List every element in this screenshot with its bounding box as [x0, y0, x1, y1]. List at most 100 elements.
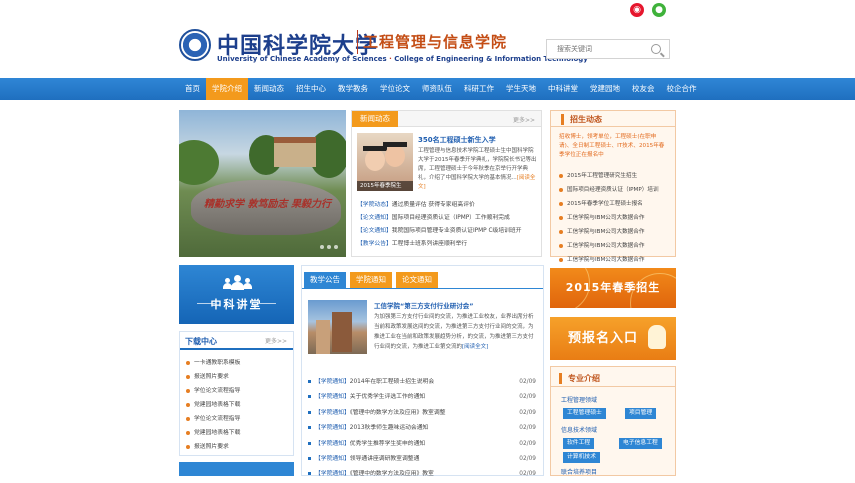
list-item[interactable]: 【论文通知】我院国际项目管理专业资质认证IPMP C级培训班开: [357, 225, 522, 238]
slider-dot[interactable]: [320, 245, 324, 249]
search-icon[interactable]: [651, 44, 661, 54]
download-panel: 下载中心 更多>> 一卡通教职系模板 报送照片要求 学位论文流程指导 党建园地表…: [179, 331, 294, 456]
list-item[interactable]: 国际项目经理资质认证（IPMP）培训: [559, 183, 659, 197]
photo-building: [332, 312, 352, 352]
list-item[interactable]: 工信学院与IBM公司大数据合作: [559, 225, 659, 239]
pointer-hand-icon: [648, 325, 666, 349]
news-photo-caption: 2015年春季院生: [357, 181, 413, 191]
list-item[interactable]: 工信学院与IBM公司大数据合作: [559, 239, 659, 253]
news-featured-title[interactable]: 350名工程硕士新生入学: [418, 135, 496, 145]
list-item[interactable]: 【论文通知】国际项目经理资质认证（IPMP）工作顺利完成: [357, 212, 522, 225]
nav-item-news[interactable]: 新闻动态: [248, 78, 290, 100]
list-item[interactable]: 学位论文流程指导: [186, 384, 240, 398]
list-item[interactable]: 【学院通知】《管理中的数学方法及应用》教室调整 02/09: [308, 406, 536, 421]
news-more-link[interactable]: 更多>>: [513, 115, 535, 124]
bottom-blue-banner[interactable]: [179, 462, 294, 476]
university-seal-icon[interactable]: [179, 29, 211, 61]
admissions-panel: 招生动态 招收博士，领考单位，工程硕士(在职申请)、全日制工程硕士、IT技术、2…: [550, 110, 676, 263]
download-title: 下载中心: [185, 337, 217, 346]
notice-featured-title[interactable]: 工信学院“第三方支付行业研讨会”: [374, 300, 474, 310]
tab-thesis-notice[interactable]: 论文通知: [396, 272, 438, 288]
nav-item-about[interactable]: 学院介绍: [206, 78, 248, 100]
download-more-link[interactable]: 更多>>: [265, 336, 287, 345]
lecture-title: 中科讲堂: [210, 298, 263, 311]
list-item[interactable]: 【教学公告】工程博士班系列讲座顺利举行: [357, 238, 522, 251]
nav-item-research[interactable]: 科研工作: [458, 78, 500, 100]
notice-tabs: 教学公告 学院通知 论文通知: [304, 272, 438, 288]
social-links: ◉ ●: [630, 3, 666, 17]
nav-item-faculty[interactable]: 师资队伍: [416, 78, 458, 100]
pre-registration-text: 预报名入口: [568, 331, 639, 346]
photo-person: [385, 145, 405, 167]
list-item[interactable]: 【学院通知】2013秋季师生趣味运动会通知 02/09: [308, 421, 536, 436]
major-section-title: 联合培养项目: [561, 469, 598, 476]
list-item[interactable]: 工信学院与IBM公司大数据合作: [559, 211, 659, 225]
nav-item-party[interactable]: 党建园地: [584, 78, 626, 100]
download-header: 下载中心 更多>>: [180, 332, 293, 350]
notice-read-more[interactable]: [阅读全文]: [462, 344, 488, 350]
major-chip[interactable]: 工程管理硕士: [563, 408, 606, 419]
list-item[interactable]: 【学院通知】关于优秀学生评选工作的通知 02/09: [308, 390, 536, 405]
major-section-title: 信息技术领域: [561, 427, 598, 434]
news-header: 新闻动态 更多>>: [352, 111, 541, 127]
slider-dot[interactable]: [334, 245, 338, 249]
major-chip[interactable]: 电子信息工程: [619, 438, 662, 449]
news-featured-body: 工程管理与信息技术学院工程硕士生中国科学院大学于2015年春季开学典礼，学院院长…: [418, 148, 537, 190]
nav-item-lectures[interactable]: 中科讲堂: [542, 78, 584, 100]
list-item[interactable]: 2015年工程管理研究生招生: [559, 169, 659, 183]
slider-tree: [179, 140, 219, 185]
pre-registration-button[interactable]: 预报名入口: [550, 317, 676, 360]
lecture-line-right: [258, 303, 276, 304]
news-list: 【学院动态】通过质量评估 获得专家组高评价 【论文通知】国际项目经理资质认证（I…: [357, 199, 522, 251]
list-item[interactable]: 【学院通知】2014年在职工程硕士招生说明会 02/09: [308, 375, 536, 390]
majors-title: 专业介绍: [559, 373, 600, 384]
image-slider[interactable]: 精勤求学 敦笃励志 果毅力行: [179, 110, 346, 257]
people-icon: [223, 275, 252, 290]
list-item[interactable]: 工信学院与IBM公司大数据合作: [559, 253, 659, 267]
major-chip[interactable]: 软件工程: [563, 438, 595, 449]
list-item[interactable]: 【学院动态】通过质量评估 获得专家组高评价: [357, 199, 522, 212]
nav-item-industry[interactable]: 校企合作: [661, 78, 703, 100]
notice-panel: 教学公告 学院通知 论文通知 工信学院“第三方支付行业研讨会” 为加强第三方支付…: [301, 265, 544, 477]
list-item[interactable]: 党建园地表格下载: [186, 398, 240, 412]
slider-dot[interactable]: [327, 245, 331, 249]
admissions-title[interactable]: 招生动态: [561, 114, 602, 125]
tab-teaching-notice[interactable]: 教学公告: [304, 272, 346, 288]
admissions-intro[interactable]: 招收博士，领考单位，工程硕士(在职申请)、全日制工程硕士、IT技术、2015年春…: [559, 133, 669, 160]
spring-admission-banner[interactable]: 2015年春季招生: [550, 268, 676, 308]
nav-item-teaching[interactable]: 教学教务: [332, 78, 374, 100]
nav-item-admissions[interactable]: 招生中心: [290, 78, 332, 100]
list-item[interactable]: 【学院通知】《管理中的数学方法及应用》教室 02/09: [308, 467, 536, 482]
university-logo-en: University of Chinese Academy of Science…: [217, 55, 588, 63]
major-chip[interactable]: 计算机技术: [563, 452, 600, 463]
list-item[interactable]: 学位论文流程指导: [186, 412, 240, 426]
notice-tab-underline: [302, 288, 543, 289]
nav-item-alumni[interactable]: 校友会: [626, 78, 661, 100]
wechat-icon[interactable]: ●: [652, 3, 666, 17]
list-item[interactable]: 报送照片要求: [186, 440, 240, 454]
notice-list: 【学院通知】2014年在职工程硕士招生说明会 02/09 【学院通知】关于优秀学生…: [308, 375, 536, 483]
major-chip[interactable]: 项目管理: [625, 408, 657, 419]
list-item[interactable]: 一卡通教职系模板: [186, 356, 240, 370]
nav-item-thesis[interactable]: 学位论文: [374, 78, 416, 100]
news-featured-photo[interactable]: 2015年春季院生: [357, 133, 413, 191]
list-item[interactable]: 2015年春季学位工程硕士报名: [559, 197, 659, 211]
nav-item-home[interactable]: 首页: [179, 78, 206, 100]
notice-featured-photo[interactable]: [308, 300, 367, 354]
list-item[interactable]: 【学院通知】领导通讲座调研教室调整通 02/09: [308, 452, 536, 467]
tab-college-notice[interactable]: 学院通知: [350, 272, 392, 288]
search-input[interactable]: [547, 45, 647, 53]
college-name[interactable]: 工程管理与信息学院: [363, 31, 507, 52]
weibo-icon[interactable]: ◉: [630, 3, 644, 17]
site-header: 中国科学院大学 University of Chinese Academy of…: [0, 20, 855, 77]
slider-rock-text: 精勤求学 敦笃励志 果毅力行: [204, 199, 331, 210]
lecture-banner[interactable]: 中科讲堂: [179, 265, 294, 324]
list-item[interactable]: 党建园地表格下载: [186, 426, 240, 440]
news-tab[interactable]: 新闻动态: [352, 111, 398, 127]
majors-panel: 专业介绍 工程管理领域 工程管理硕士 项目管理 信息技术领域 软件工程 电子信息…: [550, 366, 676, 476]
nav-item-students[interactable]: 学生天地: [500, 78, 542, 100]
spring-banner-text: 2015年春季招生: [565, 281, 661, 294]
list-item[interactable]: 【学院通知】优秀学生推荐学生奖申的通知 02/09: [308, 437, 536, 452]
list-item[interactable]: 报送照片要求: [186, 370, 240, 384]
admissions-header: 招生动态: [551, 111, 675, 127]
